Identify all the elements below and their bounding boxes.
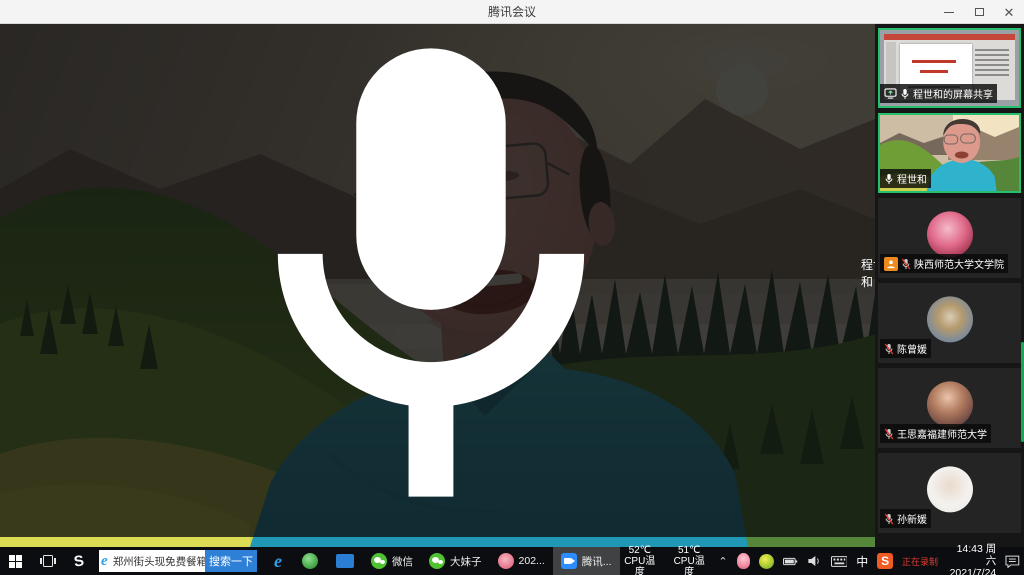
tencent-meeting-icon — [561, 553, 577, 569]
participant-avatar — [927, 466, 973, 512]
windows-taskbar: S e 郑州街头现免费餐箱 搜索一下 e 微信 大妹子 — [0, 547, 1024, 575]
cpu-temp-value: 51℃ — [669, 545, 709, 556]
hidden-icons-chevron[interactable]: ⌃ — [718, 555, 727, 568]
participant-name: 程世和 — [897, 171, 927, 186]
pinwheel-app-button[interactable]: S — [65, 547, 93, 575]
meeting-content: 程世和 — [0, 24, 1024, 547]
ie-browser-icon: e — [272, 551, 284, 572]
participant-tile-video[interactable]: 程世和 — [878, 113, 1021, 193]
main-video: 程世和 — [0, 24, 875, 547]
participant-label: 孙新媛 — [880, 509, 931, 528]
taskbar-app-meeting[interactable]: 腾讯... — [553, 547, 620, 575]
participant-avatar — [927, 296, 973, 342]
mic-icon — [5, 24, 857, 534]
active-speaker-name-tag: 程世和 — [0, 24, 875, 537]
minimize-icon — [944, 12, 954, 13]
maximize-button[interactable] — [964, 0, 994, 24]
app-label: 微信 — [392, 554, 413, 569]
screen-share-icon — [884, 88, 897, 99]
participant-name: 陕西师范大学文学院 — [914, 256, 1004, 271]
taskbar-app-chat[interactable]: 大妹子 — [421, 547, 490, 575]
cpu-temp-value: 52℃ — [620, 545, 660, 556]
participant-tile[interactable]: 孙新媛 — [878, 453, 1021, 533]
task-view-button[interactable] — [31, 547, 65, 575]
close-button[interactable]: ✕ — [994, 0, 1024, 24]
action-center-icon[interactable] — [1005, 555, 1020, 568]
wechat-icon — [371, 553, 387, 569]
speaker-name: 程世和 — [861, 256, 875, 290]
taskbar-app-group[interactable]: 202... — [490, 547, 553, 575]
participant-label: 陈曾媛 — [880, 339, 931, 358]
touch-keyboard-icon[interactable] — [831, 556, 848, 567]
participant-name: 程世和的屏幕共享 — [913, 86, 993, 101]
green-app-button[interactable] — [293, 547, 327, 575]
news-headline-text: 郑州街头现免费餐箱 — [110, 554, 205, 569]
mic-muted-icon — [901, 258, 911, 270]
wechat-icon — [429, 553, 445, 569]
start-button[interactable] — [0, 547, 31, 575]
blue-app-icon — [336, 554, 354, 568]
window-title: 腾讯会议 — [488, 3, 536, 20]
participant-name: 陈曾媛 — [897, 341, 927, 356]
app-label: 大妹子 — [450, 554, 482, 569]
participant-tile[interactable]: 陈曾媛 — [878, 283, 1021, 363]
mic-muted-icon — [884, 428, 894, 440]
recording-indicator: 正在录制 — [902, 555, 938, 568]
cpu-temp-label: CPU温度 — [620, 556, 660, 575]
maximize-icon — [975, 8, 984, 16]
participant-name: 王思嘉福建师范大学 — [897, 426, 987, 441]
app-label: 202... — [519, 555, 545, 567]
green-app-icon — [302, 553, 318, 569]
taskbar-left: S e 郑州街头现免费餐箱 搜索一下 e 微信 大妹子 — [0, 547, 620, 575]
participant-tile[interactable]: 王思嘉福建师范大学 — [878, 368, 1021, 448]
taskbar-search-box[interactable]: e 郑州街头现免费餐箱 搜索一下 — [99, 550, 257, 572]
task-view-icon — [40, 555, 56, 567]
group-avatar-icon — [498, 553, 514, 569]
participant-avatar — [927, 211, 973, 257]
battery-icon[interactable] — [783, 557, 798, 566]
participant-tile-screen-share[interactable]: 程世和的屏幕共享 — [878, 28, 1021, 108]
search-button[interactable]: 搜索一下 — [205, 550, 257, 572]
ie-pinned-button[interactable]: e — [263, 547, 293, 575]
cpu-temp-widget-1[interactable]: 52℃ CPU温度 — [620, 545, 660, 575]
ie-browser-icon: e — [99, 553, 110, 570]
clock-time: 14:43 周六 — [947, 543, 996, 567]
cpu-temp-label: CPU温度 — [669, 556, 709, 575]
pinwheel-logo-icon: S — [73, 552, 85, 570]
taskbar-app-wechat[interactable]: 微信 — [363, 547, 421, 575]
participant-label: 王思嘉福建师范大学 — [880, 424, 991, 443]
participants-sidebar: 程世和的屏幕共享 — [875, 24, 1024, 547]
cpu-temp-widget-2[interactable]: 51℃ CPU温度 — [669, 545, 709, 575]
minimize-button[interactable] — [934, 0, 964, 24]
app-label: 腾讯... — [582, 554, 612, 569]
participant-label: 程世和的屏幕共享 — [880, 84, 997, 103]
participant-name: 孙新媛 — [897, 511, 927, 526]
penguin-tray-icon[interactable] — [737, 553, 751, 569]
speaker-icon[interactable] — [807, 555, 822, 567]
participant-label: 陕西师范大学文学院 — [880, 254, 1008, 273]
mic-muted-icon — [884, 513, 894, 525]
mic-muted-icon — [884, 343, 894, 355]
host-person-badge-icon — [884, 257, 898, 271]
mic-icon — [900, 88, 910, 100]
windows-logo-icon — [9, 555, 22, 568]
sogou-input-icon[interactable]: S — [877, 553, 893, 569]
blue-app-button[interactable] — [327, 547, 363, 575]
coin-tray-icon[interactable] — [759, 554, 774, 569]
taskbar-clock[interactable]: 14:43 周六 2021/7/24 — [947, 543, 996, 575]
mic-icon — [884, 173, 894, 185]
participant-label: 程世和 — [880, 169, 931, 188]
participant-tile[interactable]: 陕西师范大学文学院 — [878, 198, 1021, 278]
titlebar: 腾讯会议 ✕ — [0, 0, 1024, 24]
tencent-meeting-window: 腾讯会议 ✕ — [0, 0, 1024, 575]
window-controls: ✕ — [934, 0, 1024, 24]
clock-date: 2021/7/24 — [947, 567, 996, 575]
system-tray: 52℃ CPU温度 51℃ CPU温度 ⌃ — [620, 547, 1024, 575]
participant-avatar — [927, 381, 973, 427]
ime-indicator[interactable]: 中 — [856, 553, 868, 570]
